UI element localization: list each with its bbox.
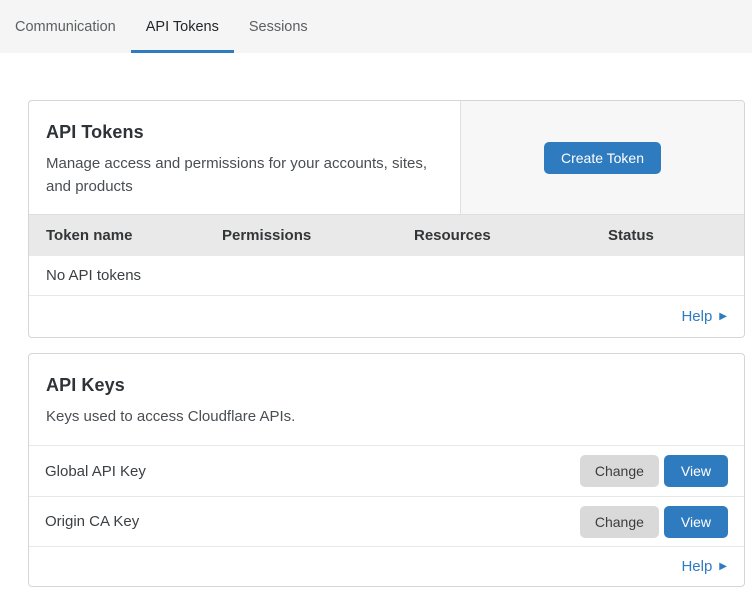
api-tokens-card: API Tokens Manage access and permissions… — [28, 100, 745, 338]
help-arrow-icon: ▶ — [719, 312, 727, 322]
change-origin-ca-key-button[interactable]: Change — [580, 506, 659, 538]
api-keys-card-footer: Help ▶ — [29, 546, 744, 586]
api-keys-title: API Keys — [46, 375, 724, 396]
column-header-token-name: Token name — [29, 227, 205, 244]
help-link-label: Help — [681, 308, 712, 325]
help-arrow-icon: ▶ — [719, 562, 727, 572]
key-actions: Change View — [580, 455, 728, 487]
create-token-button[interactable]: Create Token — [544, 142, 661, 174]
help-link-label: Help — [681, 558, 712, 575]
api-keys-card: API Keys Keys used to access Cloudflare … — [28, 353, 745, 587]
api-tokens-title: API Tokens — [46, 122, 440, 143]
api-tokens-description: Manage access and permissions for your a… — [46, 152, 440, 199]
key-actions: Change View — [580, 506, 728, 538]
api-keys-help-link[interactable]: Help ▶ — [681, 558, 727, 575]
column-header-permissions: Permissions — [205, 227, 397, 244]
tokens-empty-message: No API tokens — [46, 267, 141, 284]
api-tokens-card-header-text: API Tokens Manage access and permissions… — [29, 101, 460, 214]
column-header-resources: Resources — [397, 227, 591, 244]
api-tokens-card-footer: Help ▶ — [29, 296, 744, 337]
key-row-origin-ca-key: Origin CA Key Change View — [29, 496, 744, 546]
tokens-table-header: Token name Permissions Resources Status — [29, 214, 744, 256]
key-row-global-api-key: Global API Key Change View — [29, 446, 744, 496]
tab-api-tokens[interactable]: API Tokens — [131, 0, 234, 53]
tab-sessions[interactable]: Sessions — [234, 0, 323, 53]
key-label: Origin CA Key — [45, 513, 580, 530]
api-keys-card-header: API Keys Keys used to access Cloudflare … — [29, 354, 744, 446]
view-origin-ca-key-button[interactable]: View — [664, 506, 728, 538]
tab-bar: Communication API Tokens Sessions — [0, 0, 752, 53]
tokens-empty-state: No API tokens — [29, 256, 744, 296]
change-global-api-key-button[interactable]: Change — [580, 455, 659, 487]
view-global-api-key-button[interactable]: View — [664, 455, 728, 487]
key-label: Global API Key — [45, 463, 580, 480]
tab-communication[interactable]: Communication — [0, 0, 131, 53]
api-tokens-help-link[interactable]: Help ▶ — [681, 308, 727, 325]
api-keys-description: Keys used to access Cloudflare APIs. — [46, 405, 724, 428]
api-tokens-card-header: API Tokens Manage access and permissions… — [29, 101, 744, 214]
column-header-status: Status — [591, 227, 744, 244]
api-tokens-card-header-action: Create Token — [460, 101, 744, 214]
